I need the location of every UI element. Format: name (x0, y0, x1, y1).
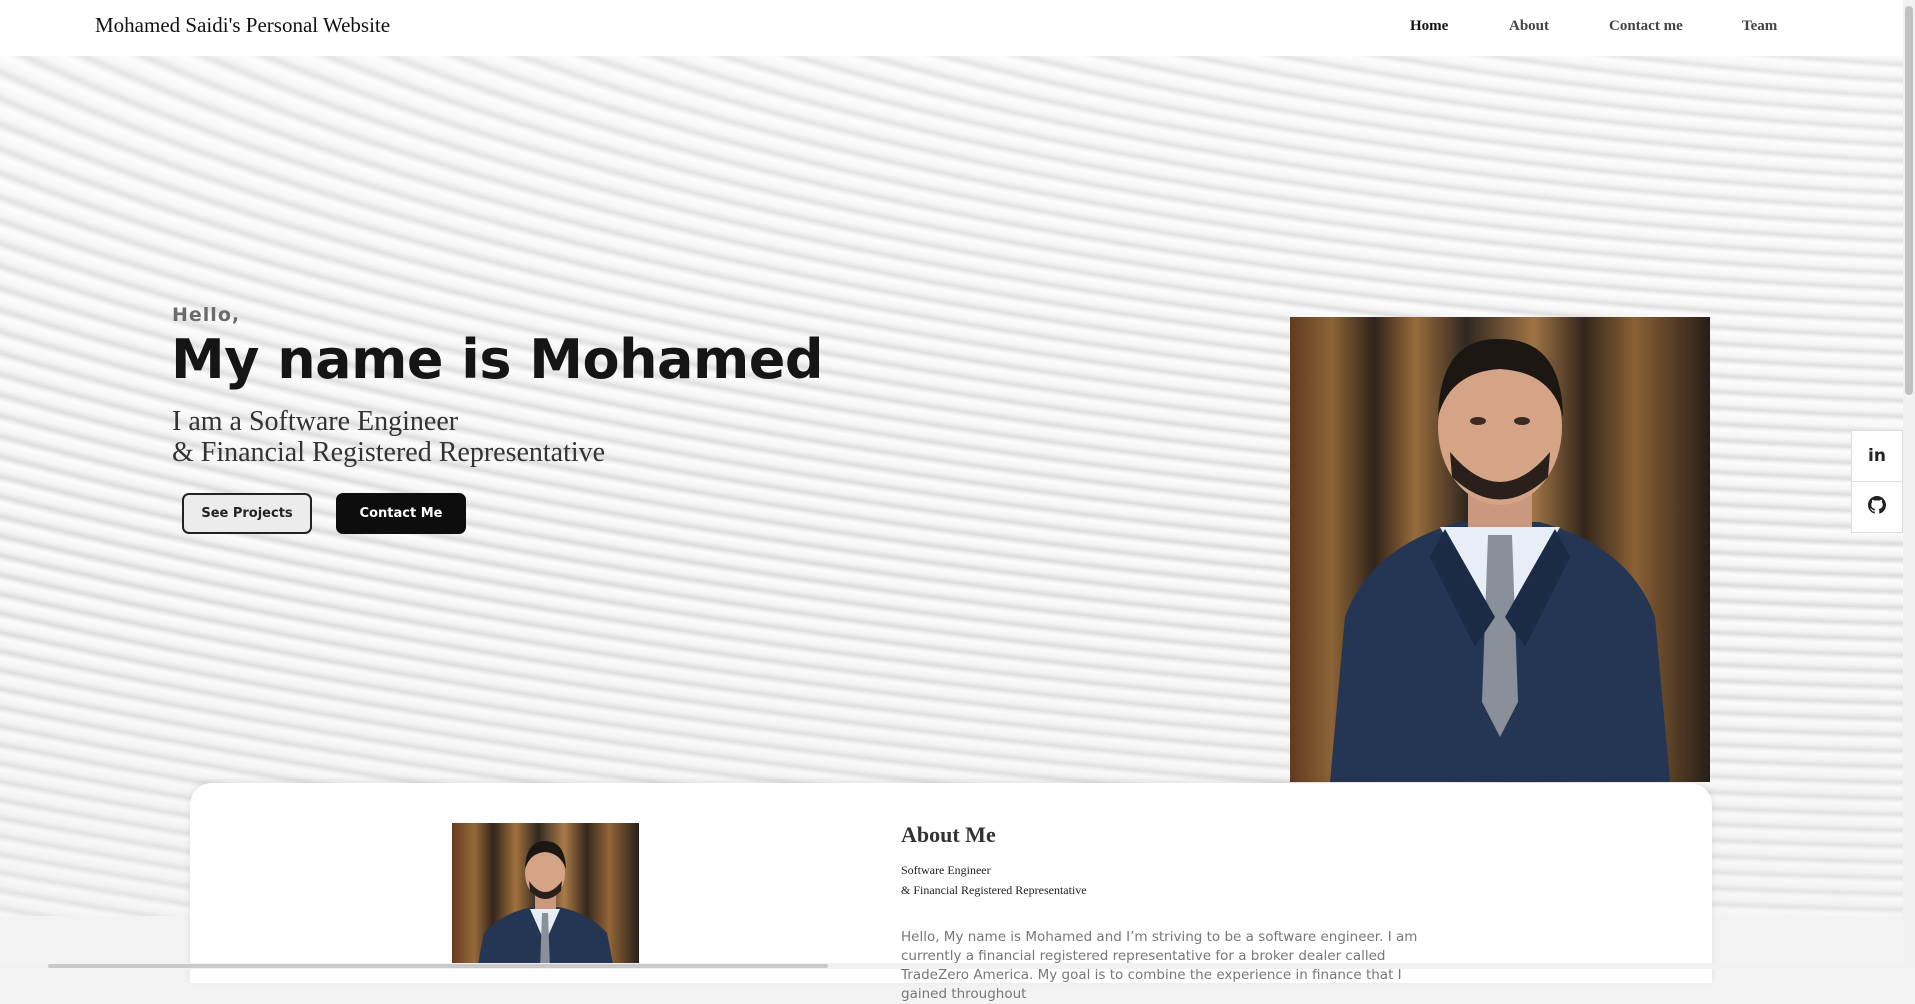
linkedin-icon: in (1868, 446, 1886, 466)
nav-contact-link[interactable]: Contact me (1609, 18, 1683, 35)
profile-photo (1290, 317, 1710, 782)
about-subtitle-line-1: Software Engineer (901, 863, 991, 877)
top-navbar: Mohamed Saidi's Personal Website Home Ab… (0, 0, 1903, 56)
hero-name-heading: My name is Mohamed (171, 328, 824, 391)
hero-role-line-1: I am a Software Engineer (172, 406, 459, 437)
portrait-illustration (1290, 317, 1710, 782)
about-section: About Me Software Engineer & Financial R… (190, 783, 1712, 1002)
nav-team-link[interactable]: Team (1742, 18, 1777, 35)
linkedin-link[interactable]: in (1851, 430, 1903, 482)
about-subtitle: Software Engineer & Financial Registered… (901, 860, 1087, 900)
about-title: About Me (901, 822, 996, 847)
github-icon (1868, 495, 1886, 519)
site-title[interactable]: Mohamed Saidi's Personal Website (95, 13, 390, 38)
horizontal-scrollbar[interactable] (0, 963, 1903, 969)
github-link[interactable] (1851, 481, 1903, 533)
vertical-scrollbar-thumb[interactable] (1905, 6, 1913, 395)
hero-greeting: Hello, (172, 304, 241, 326)
about-photo (452, 823, 639, 969)
see-projects-button[interactable]: See Projects (182, 493, 312, 534)
about-subtitle-line-2: & Financial Registered Representative (901, 883, 1087, 897)
vertical-scrollbar[interactable] (1903, 0, 1915, 969)
nav-about-link[interactable]: About (1509, 18, 1549, 35)
hero-role-line-2: & Financial Registered Representative (172, 437, 606, 468)
nav-home-link[interactable]: Home (1410, 18, 1448, 35)
horizontal-scrollbar-thumb[interactable] (48, 964, 828, 968)
hero-role-text: I am a Software Engineer & Financial Reg… (172, 406, 605, 468)
contact-me-button[interactable]: Contact Me (336, 493, 466, 534)
about-portrait-illustration (452, 823, 639, 969)
